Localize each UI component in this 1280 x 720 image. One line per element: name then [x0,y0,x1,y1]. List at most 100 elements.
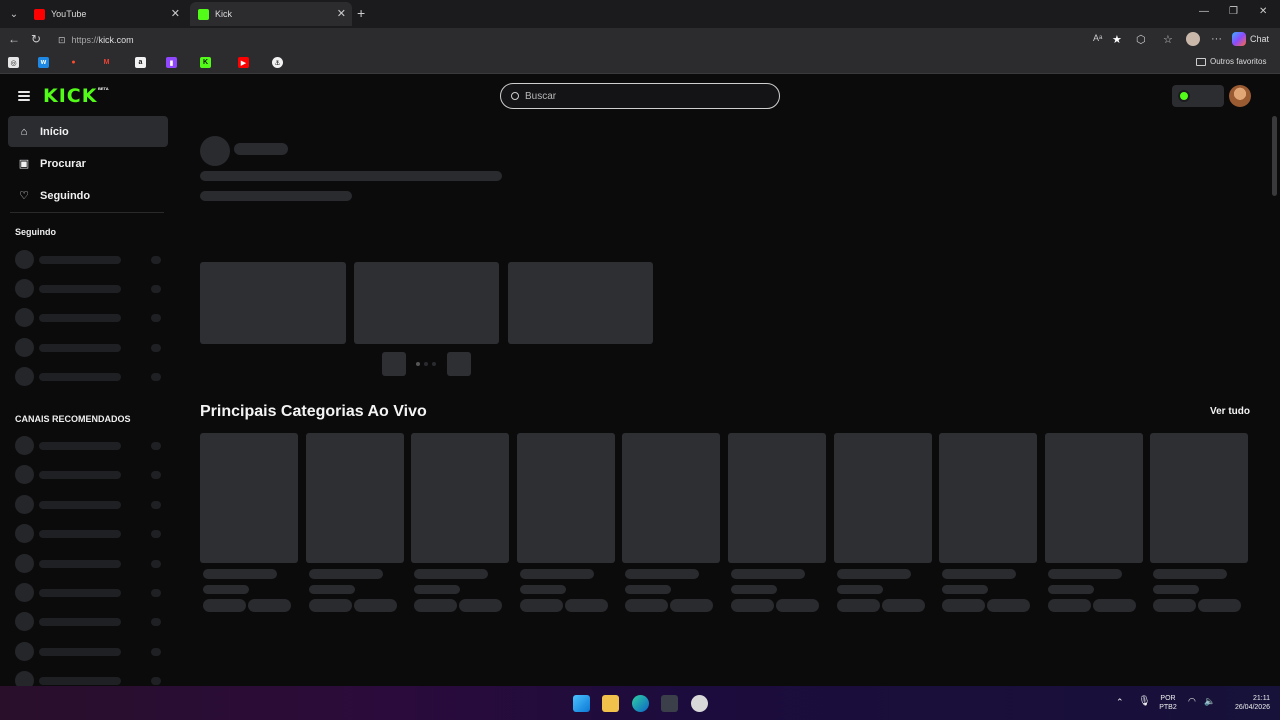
windows-taskbar: ⌃ 🎙 POR PTB2 ◠ 🔈 21:11 26/04/2026 [0,686,1280,720]
category-viewers-skeleton [625,585,671,594]
app-icon[interactable] [661,695,678,712]
category-viewers-skeleton [942,585,988,594]
microphone-icon[interactable]: 🎙 [1138,697,1151,707]
back-arrow-icon[interactable]: ← [8,32,20,46]
extensions-icon[interactable]: ⬡ [1136,33,1146,46]
featured-subtitle-skeleton [200,191,352,201]
site-info-icon[interactable]: ⊡ [58,35,66,46]
browser-address-bar: ← ↻ ⊡ https://kick.com Aᵃ ★ ⬡ ☆ ··· Chat [0,28,1280,52]
category-card-skeleton[interactable] [622,433,720,563]
edge-browser-icon[interactable] [632,695,649,712]
category-tag-skeleton [882,599,925,612]
category-name-skeleton [309,569,383,579]
flame-icon[interactable]: ● [68,57,79,68]
category-tag-skeleton [670,599,713,612]
kick-logo[interactable]: KICK [43,85,97,107]
carousel-prev-button[interactable] [382,352,406,376]
volume-icon[interactable]: 🔈 [1204,697,1215,706]
clock-time: 21:11 [1253,695,1270,702]
more-options-icon[interactable]: ··· [1211,33,1222,45]
tab-actions-chevron-icon[interactable]: ⌄ [5,5,23,23]
carousel-dot[interactable] [432,362,436,366]
carousel-dot[interactable] [424,362,428,366]
other-favorites-folder[interactable]: Outros favoritos [1196,57,1266,66]
category-card-skeleton[interactable] [939,433,1037,563]
category-card-skeleton[interactable] [728,433,826,563]
user-avatar[interactable] [1229,85,1251,107]
search-bar[interactable] [500,83,780,109]
twitch-icon[interactable]: ▮ [166,57,177,68]
category-tag-skeleton [987,599,1030,612]
category-name-skeleton [414,569,488,579]
category-card-skeleton[interactable] [834,433,932,563]
sidebar-skeleton-row [15,554,165,574]
menu-hamburger-icon[interactable] [18,91,30,101]
show-hidden-icons-chevron-icon[interactable]: ⌃ [1116,698,1124,707]
featured-avatar-skeleton [200,136,230,166]
category-card-skeleton[interactable] [1045,433,1143,563]
close-tab-icon[interactable]: ✕ [171,7,180,20]
copilot-chat-button[interactable]: Chat [1232,32,1269,46]
folder-icon [1196,57,1206,66]
category-card-skeleton[interactable] [306,433,404,563]
search-input[interactable] [525,90,765,102]
carousel-card-skeleton[interactable] [508,262,653,344]
carousel-card-skeleton[interactable] [354,262,499,344]
sidebar-skeleton-row [15,465,165,485]
sidebar-skeleton-row [15,583,165,603]
category-tag-skeleton [1153,599,1196,612]
category-tag-skeleton [731,599,774,612]
app-alert-icon[interactable] [691,695,708,712]
keyboard-layout: PTB2 [1159,704,1177,711]
url-field[interactable]: ⊡ https://kick.com [52,31,1112,49]
carousel-next-button[interactable] [447,352,471,376]
category-tag-skeleton [354,599,397,612]
category-card-skeleton[interactable] [200,433,298,563]
anchor-icon[interactable]: ⚓ [272,57,283,68]
tab-kick[interactable]: Kick ✕ [190,2,352,26]
category-tag-skeleton [1093,599,1136,612]
category-name-skeleton [942,569,1016,579]
category-tag-skeleton [625,599,668,612]
favorites-icon[interactable]: ☆ [1163,33,1173,46]
clock-date: 26/04/2026 [1234,704,1270,711]
profile-avatar-icon[interactable] [1186,32,1200,46]
file-explorer-icon[interactable] [602,695,619,712]
chat-label: Chat [1250,34,1270,44]
category-card-skeleton[interactable] [1150,433,1248,563]
carousel-dot[interactable] [416,362,420,366]
category-card-skeleton[interactable] [517,433,615,563]
close-window-icon[interactable]: ✕ [1259,6,1267,17]
kicks-balance-button[interactable] [1172,85,1224,107]
category-viewers-skeleton [414,585,460,594]
tab-youtube[interactable]: YouTube ✕ [26,2,186,26]
windows-start-icon[interactable] [573,695,590,712]
category-card-skeleton[interactable] [411,433,509,563]
input-language-indicator[interactable]: POR PTB2 [1154,694,1182,712]
youtube-icon[interactable]: ▶ [238,57,249,68]
gmail-icon[interactable]: M [101,57,112,68]
sidebar-item-home[interactable]: ⌂ Início [8,116,168,147]
read-aloud-icon[interactable]: Aᵃ [1093,33,1102,43]
favorite-star-icon[interactable]: ★ [1112,33,1122,46]
clock[interactable]: 21:11 26/04/2026 [1224,694,1270,712]
maximize-window-icon[interactable]: ❐ [1229,6,1238,17]
reload-icon[interactable]: ↻ [31,32,41,46]
bookmark-w-icon[interactable]: w [38,57,49,68]
carousel-card-skeleton[interactable] [200,262,346,344]
new-tab-plus-icon[interactable]: + [357,5,365,21]
minimize-window-icon[interactable]: — [1199,6,1209,17]
browse-icon: ▣ [18,158,30,170]
amazon-icon[interactable]: a [135,57,146,68]
category-tag-skeleton [776,599,819,612]
gamepad-icon[interactable]: ◎ [8,57,19,68]
sidebar-item-browse[interactable]: ▣ Procurar [8,148,168,179]
sidebar-item-following[interactable]: ♡ Seguindo [8,180,168,211]
sidebar-divider [10,212,164,213]
close-tab-icon[interactable]: ✕ [337,7,346,20]
wifi-icon[interactable]: ◠ [1188,697,1196,706]
page-scrollbar[interactable] [1272,116,1277,196]
kick-icon[interactable]: K [200,57,211,68]
see-all-link[interactable]: Ver tudo [1210,406,1250,417]
sidebar-skeleton-row [15,671,165,686]
